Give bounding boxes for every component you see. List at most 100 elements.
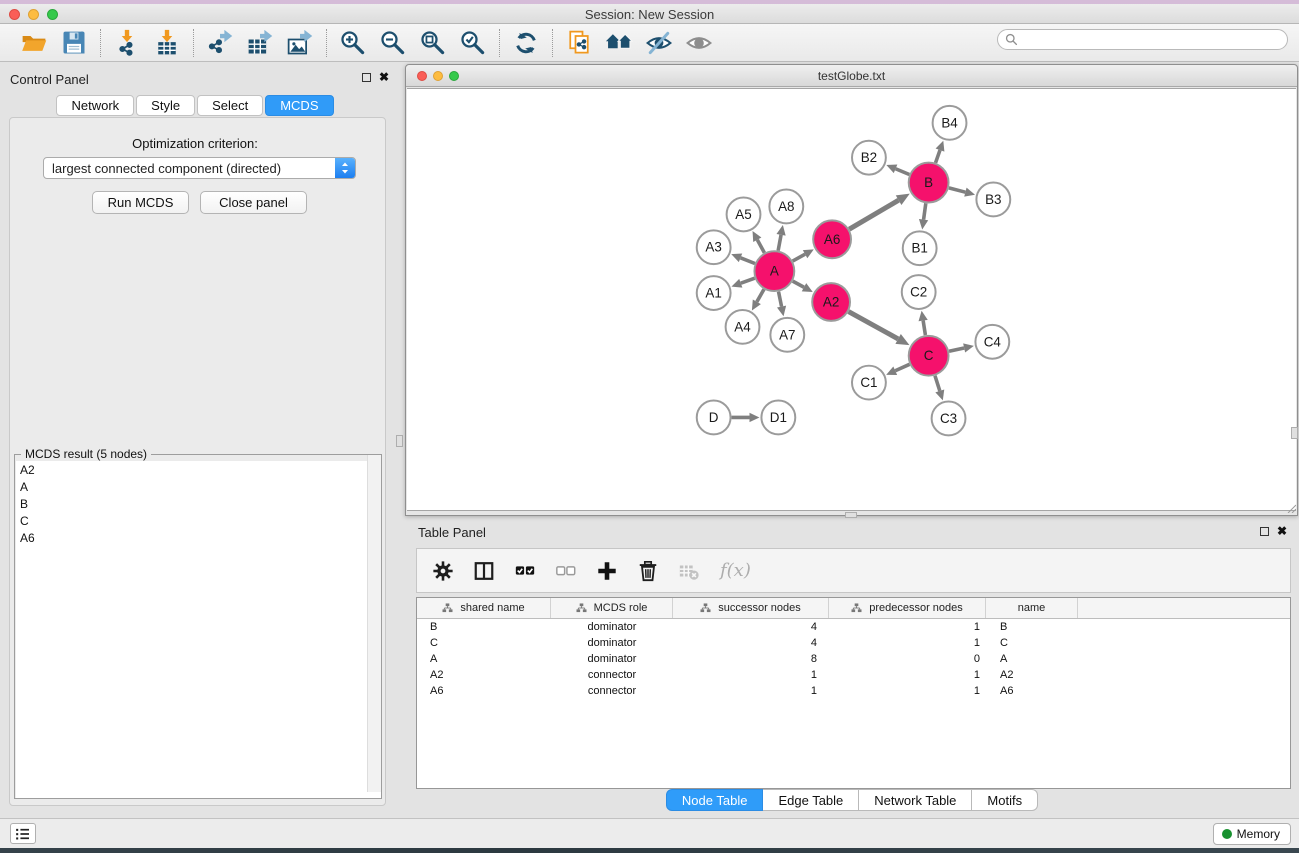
search-input[interactable] xyxy=(1022,33,1272,47)
mcds-result-list[interactable]: A2ABCA6 xyxy=(16,461,381,798)
right-splitter-grip[interactable] xyxy=(1291,427,1298,439)
hide-graphics-details-button[interactable] xyxy=(644,28,674,58)
close-table-panel-icon[interactable]: ✖ xyxy=(1277,527,1287,536)
table-cell[interactable]: dominator xyxy=(551,651,673,667)
table-cell[interactable]: A xyxy=(986,651,1078,667)
node-C4[interactable]: C4 xyxy=(975,325,1009,359)
close-panel-button[interactable]: Close panel xyxy=(200,191,307,214)
network-window-titlebar[interactable]: testGlobe.txt xyxy=(406,65,1297,87)
node-C1[interactable]: C1 xyxy=(852,366,886,400)
node-A5[interactable]: A5 xyxy=(727,197,761,231)
table-cell[interactable]: dominator xyxy=(551,619,673,635)
delete-column-button[interactable] xyxy=(636,559,660,583)
edge-D-D1[interactable] xyxy=(732,413,760,422)
function-builder-button[interactable]: f(x) xyxy=(720,560,751,581)
float-table-panel-icon[interactable] xyxy=(1260,527,1269,536)
table-cell[interactable]: 4 xyxy=(673,635,829,651)
table-cell[interactable]: 1 xyxy=(829,635,986,651)
tab-mcds[interactable]: MCDS xyxy=(265,95,333,116)
table-cell[interactable]: 1 xyxy=(829,683,986,699)
node-A2[interactable]: A2 xyxy=(812,283,850,321)
edge-C-C1[interactable] xyxy=(886,364,909,375)
node-A8[interactable]: A8 xyxy=(769,190,803,224)
edge-A-A7[interactable] xyxy=(777,292,786,317)
table-cell[interactable]: 0 xyxy=(829,651,986,667)
table-cell[interactable]: C xyxy=(986,635,1078,651)
edge-A-A2[interactable] xyxy=(793,281,813,292)
network-canvas[interactable]: B4B2BB3A5A8A3A6B1AA1C2A2A4A7C4CC1C3DD1 xyxy=(407,88,1296,511)
table-row[interactable]: A2connector11A2 xyxy=(417,667,1290,683)
export-table-button[interactable] xyxy=(245,28,275,58)
column-header-predecessor-nodes[interactable]: predecessor nodes xyxy=(829,598,986,618)
table-cell[interactable]: A2 xyxy=(417,667,551,683)
tab-edge-table[interactable]: Edge Table xyxy=(763,789,859,811)
edge-A-A5[interactable] xyxy=(753,231,765,253)
table-row[interactable]: Adominator80A xyxy=(417,651,1290,667)
table-cell[interactable]: A xyxy=(417,651,551,667)
edge-C-C4[interactable] xyxy=(949,343,974,352)
node-D1[interactable]: D1 xyxy=(761,401,795,435)
node-A4[interactable]: A4 xyxy=(726,310,760,344)
edge-B-B1[interactable] xyxy=(919,203,928,229)
node-B[interactable]: B xyxy=(909,163,949,203)
column-header-successor-nodes[interactable]: successor nodes xyxy=(673,598,829,618)
tab-network[interactable]: Network xyxy=(56,95,134,116)
node-B4[interactable]: B4 xyxy=(933,106,967,140)
mcds-result-item[interactable]: A6 xyxy=(16,529,381,546)
table-cell[interactable]: 1 xyxy=(829,619,986,635)
mcds-result-item[interactable]: B xyxy=(16,495,381,512)
table-cell[interactable]: connector xyxy=(551,667,673,683)
mcds-list-scrollbar[interactable] xyxy=(367,455,381,792)
tab-style[interactable]: Style xyxy=(136,95,195,116)
table-row[interactable]: A6connector11A6 xyxy=(417,683,1290,699)
table-cell[interactable]: A6 xyxy=(986,683,1078,699)
run-mcds-button[interactable]: Run MCDS xyxy=(92,191,189,214)
edge-A6-B[interactable] xyxy=(849,194,910,230)
column-header-shared-name[interactable]: shared name xyxy=(417,598,551,618)
edge-B-B3[interactable] xyxy=(949,188,975,197)
zoom-out-button[interactable] xyxy=(378,28,408,58)
show-columns-button[interactable] xyxy=(472,559,496,583)
table-cell[interactable]: C xyxy=(417,635,551,651)
table-cell[interactable]: 1 xyxy=(673,683,829,699)
table-cell[interactable]: 4 xyxy=(673,619,829,635)
column-settings-button[interactable] xyxy=(431,559,455,583)
resize-grip-icon[interactable] xyxy=(1286,503,1296,513)
edge-A-A8[interactable] xyxy=(776,225,785,251)
select-all-button[interactable] xyxy=(513,559,537,583)
show-graphics-details-button[interactable] xyxy=(684,28,714,58)
node-C2[interactable]: C2 xyxy=(902,275,936,309)
node-D[interactable]: D xyxy=(697,401,731,435)
float-panel-icon[interactable] xyxy=(362,73,371,82)
tab-node-table[interactable]: Node Table xyxy=(666,789,764,811)
edge-A-A6[interactable] xyxy=(793,249,814,261)
table-cell[interactable]: 1 xyxy=(673,667,829,683)
edge-A-A4[interactable] xyxy=(752,289,764,310)
table-cell[interactable]: A6 xyxy=(417,683,551,699)
column-header-name[interactable]: name xyxy=(986,598,1078,618)
destroy-column-button[interactable] xyxy=(677,559,701,583)
node-C[interactable]: C xyxy=(909,336,949,376)
node-B1[interactable]: B1 xyxy=(903,231,937,265)
search-field[interactable] xyxy=(997,29,1288,50)
zoom-selected-button[interactable] xyxy=(458,28,488,58)
vertical-splitter-grip[interactable] xyxy=(396,435,403,447)
export-image-button[interactable] xyxy=(285,28,315,58)
import-table-button[interactable] xyxy=(152,28,182,58)
horizontal-splitter-grip[interactable] xyxy=(845,512,857,518)
edge-A-A1[interactable] xyxy=(731,278,754,287)
table-cell[interactable]: 1 xyxy=(829,667,986,683)
clone-network-view-button[interactable] xyxy=(564,28,594,58)
close-panel-icon[interactable]: ✖ xyxy=(379,73,389,82)
tab-motifs[interactable]: Motifs xyxy=(972,789,1038,811)
tab-network-table[interactable]: Network Table xyxy=(859,789,972,811)
open-session-button[interactable] xyxy=(19,28,49,58)
node-A7[interactable]: A7 xyxy=(770,318,804,352)
edge-A-A3[interactable] xyxy=(731,253,755,263)
node-B2[interactable]: B2 xyxy=(852,141,886,175)
table-row[interactable]: Bdominator41B xyxy=(417,619,1290,635)
node-C3[interactable]: C3 xyxy=(932,402,966,436)
table-cell[interactable]: 8 xyxy=(673,651,829,667)
zoom-in-button[interactable] xyxy=(338,28,368,58)
table-cell[interactable]: dominator xyxy=(551,635,673,651)
